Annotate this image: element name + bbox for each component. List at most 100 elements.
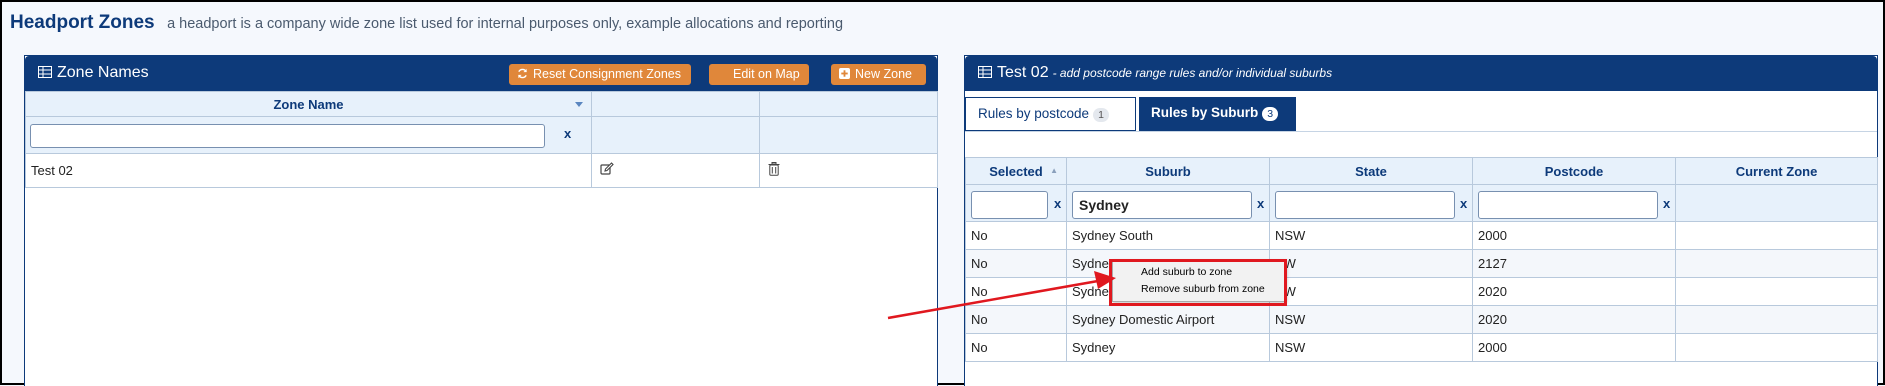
- table-row[interactable]: No Sydney NSW 2000: [965, 333, 1878, 362]
- postcode-column-header[interactable]: Postcode: [1472, 157, 1676, 185]
- page-header: Headport Zones a headport is a company w…: [10, 12, 843, 34]
- suburb-column-header[interactable]: Suburb: [1066, 157, 1270, 185]
- postcode-cell: 2000: [1472, 221, 1676, 250]
- table-row[interactable]: No Sydney SW 2127: [965, 249, 1878, 278]
- delete-cell: [759, 153, 938, 188]
- selected-column-header[interactable]: Selected ▲: [965, 157, 1067, 185]
- reset-consignment-zones-button[interactable]: Reset Consignment Zones: [509, 64, 691, 85]
- table-row[interactable]: No Sydney Domestic Airport NSW 2020: [965, 305, 1878, 334]
- suburb-rules-filter-row: x x x x: [965, 184, 1878, 222]
- postcode-filter-clear-button[interactable]: x: [1663, 196, 1670, 211]
- selected-filter-clear-button[interactable]: x: [1054, 196, 1061, 211]
- selected-filter-cell: x: [965, 184, 1067, 222]
- trash-icon[interactable]: [768, 162, 780, 176]
- postcode-cell: 2000: [1472, 333, 1676, 362]
- selected-cell: No: [965, 221, 1067, 250]
- new-zone-button[interactable]: New Zone: [831, 64, 926, 85]
- zone-name-filter-input[interactable]: [30, 124, 545, 148]
- tab-rules-by-suburb[interactable]: Rules by Suburb 3: [1139, 97, 1296, 131]
- current-zone-filter-cell: [1675, 184, 1878, 222]
- table-row[interactable]: No Sydney SW 2020: [965, 277, 1878, 306]
- zone-rules-subtitle: - add postcode range rules and/or indivi…: [1052, 66, 1333, 80]
- page-title: Headport Zones: [10, 12, 155, 33]
- plus-square-icon: [839, 68, 850, 79]
- column-header-label: Suburb: [1145, 163, 1191, 179]
- zone-name-filter-cell: x: [25, 116, 592, 154]
- postcode-cell: 2127: [1472, 249, 1676, 278]
- column-header-label: Current Zone: [1735, 163, 1818, 179]
- state-filter-clear-button[interactable]: x: [1460, 196, 1467, 211]
- delete-column-header: [759, 91, 938, 117]
- selected-cell: No: [965, 333, 1067, 362]
- current-zone-cell: [1675, 221, 1878, 250]
- filter-empty-cell: [759, 116, 938, 154]
- map-icon: [717, 68, 728, 79]
- zone-rules-title: Test 02: [997, 64, 1049, 81]
- column-header-label: Selected: [989, 163, 1043, 179]
- tab-label: Rules by postcode: [978, 106, 1090, 121]
- table-grid-icon: [38, 66, 52, 78]
- state-filter-cell: x: [1269, 184, 1473, 222]
- tab-rules-by-postcode[interactable]: Rules by postcode 1: [965, 97, 1136, 131]
- tab-label: Rules by Suburb: [1151, 105, 1259, 120]
- new-zone-label: New Zone: [855, 67, 912, 81]
- table-row[interactable]: Test 02: [25, 153, 938, 188]
- tab-count-badge: 3: [1262, 107, 1279, 121]
- state-cell: NSW: [1269, 333, 1473, 362]
- zone-name-header-label: Zone Name: [273, 96, 344, 112]
- current-zone-cell: [1675, 277, 1878, 306]
- remove-suburb-from-zone-menu-item[interactable]: Remove suburb from zone: [1141, 283, 1265, 295]
- zone-names-panel-header: Zone Names Reset Consignment Zones Edit …: [25, 56, 937, 91]
- sort-up-icon: ▲: [1050, 166, 1058, 175]
- page-subtitle: a headport is a company wide zone list u…: [167, 16, 844, 32]
- postcode-cell: 2020: [1472, 305, 1676, 334]
- selected-cell: No: [965, 305, 1067, 334]
- current-zone-cell: [1675, 249, 1878, 278]
- zone-rules-panel-header: Test 02- add postcode range rules and/or…: [965, 56, 1877, 91]
- zone-rules-title-wrap: Test 02- add postcode range rules and/or…: [978, 64, 1332, 82]
- edit-cell: [591, 153, 760, 188]
- table-row[interactable]: No Sydney South NSW 2000: [965, 221, 1878, 250]
- selected-filter-input[interactable]: [971, 191, 1048, 219]
- zone-name-column-header[interactable]: Zone Name: [25, 91, 592, 117]
- suburb-filter-clear-button[interactable]: x: [1257, 196, 1264, 211]
- add-suburb-to-zone-menu-item[interactable]: Add suburb to zone: [1141, 266, 1232, 278]
- state-cell: NSW: [1269, 221, 1473, 250]
- suburb-cell: Sydney Domestic Airport: [1066, 305, 1270, 334]
- reset-consignment-zones-label: Reset Consignment Zones: [533, 67, 681, 81]
- rules-tabs: Rules by postcode 1 Rules by Suburb 3: [965, 97, 1877, 132]
- filter-empty-cell: [591, 116, 760, 154]
- zone-rules-panel: Test 02- add postcode range rules and/or…: [964, 55, 1878, 386]
- tab-count-badge: 1: [1093, 108, 1109, 122]
- table-grid-icon: [978, 66, 992, 78]
- zone-names-title-wrap: Zone Names: [38, 64, 149, 82]
- zone-names-filter-row: x: [25, 116, 938, 154]
- postcode-cell: 2020: [1472, 277, 1676, 306]
- state-cell: NSW: [1269, 305, 1473, 334]
- zone-name-filter-clear-button[interactable]: x: [564, 126, 571, 141]
- suburb-cell: Sydney: [1066, 333, 1270, 362]
- suburb-filter-cell: x: [1066, 184, 1270, 222]
- current-zone-column-header[interactable]: Current Zone: [1675, 157, 1878, 185]
- suburb-filter-input[interactable]: [1072, 191, 1252, 219]
- state-cell: SW: [1269, 249, 1473, 278]
- current-zone-cell: [1675, 305, 1878, 334]
- zone-names-panel: Zone Names Reset Consignment Zones Edit …: [24, 55, 938, 386]
- suburb-cell: Sydney South: [1066, 221, 1270, 250]
- context-menu: Add suburb to zone Remove suburb from zo…: [1112, 260, 1286, 302]
- edit-icon[interactable]: [600, 162, 614, 176]
- column-header-label: State: [1355, 163, 1387, 179]
- edit-column-header: [591, 91, 760, 117]
- refresh-icon: [518, 68, 527, 79]
- edit-on-map-button[interactable]: Edit on Map: [709, 64, 809, 85]
- sort-down-icon: [575, 102, 583, 107]
- edit-on-map-label: Edit on Map: [733, 67, 800, 81]
- zone-name-cell: Test 02: [25, 153, 592, 188]
- current-zone-cell: [1675, 333, 1878, 362]
- zone-names-header-row: Zone Name: [25, 91, 938, 117]
- postcode-filter-input[interactable]: [1478, 191, 1658, 219]
- state-filter-input[interactable]: [1275, 191, 1455, 219]
- state-column-header[interactable]: State: [1269, 157, 1473, 185]
- column-header-label: Postcode: [1544, 163, 1604, 179]
- selected-cell: No: [965, 277, 1067, 306]
